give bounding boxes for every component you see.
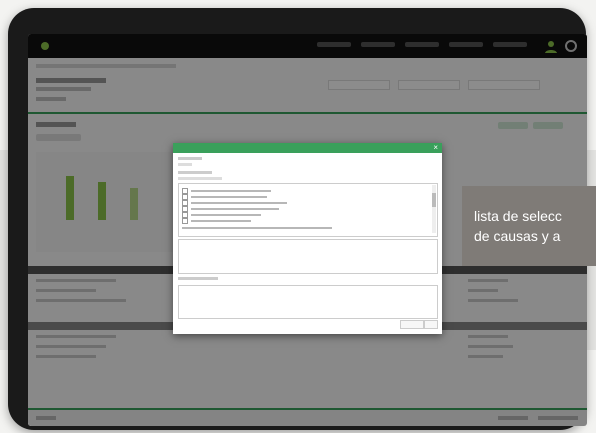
comment-textarea[interactable]	[178, 239, 438, 274]
save-button[interactable]	[424, 320, 438, 329]
action-label	[178, 277, 218, 280]
action-textarea[interactable]	[178, 285, 438, 319]
modal-header: ×	[173, 143, 442, 153]
list-item[interactable]	[182, 211, 261, 218]
list-scrollbar[interactable]	[432, 185, 436, 233]
list-item[interactable]	[182, 217, 251, 224]
list-item[interactable]	[182, 205, 279, 212]
selection-list-label	[178, 171, 212, 174]
list-item[interactable]	[182, 187, 271, 194]
modal-dialog: ×	[173, 143, 442, 334]
close-icon[interactable]: ×	[433, 143, 438, 153]
selection-list-hint	[178, 177, 222, 180]
list-item[interactable]	[182, 193, 267, 200]
cancel-button[interactable]	[400, 320, 424, 329]
list-item[interactable]	[182, 225, 332, 230]
callout-text: lista de selecc de causas y a	[474, 208, 562, 244]
cause-selection-list[interactable]	[178, 183, 438, 237]
scrollbar-thumb[interactable]	[432, 193, 436, 207]
modal-field-value	[178, 163, 192, 166]
list-item[interactable]	[182, 199, 287, 206]
annotation-callout: lista de selecc de causas y a	[462, 186, 596, 266]
checkbox-icon[interactable]	[182, 217, 188, 224]
modal-field-label	[178, 157, 202, 160]
